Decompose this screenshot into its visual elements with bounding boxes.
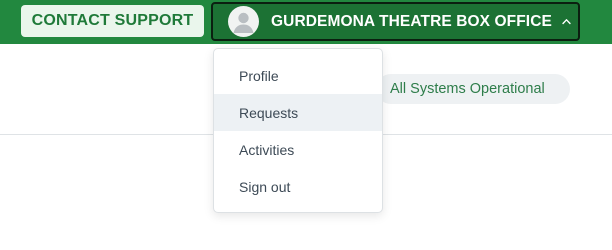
user-avatar-icon bbox=[228, 6, 259, 37]
system-status-badge: All Systems Operational bbox=[376, 74, 570, 104]
menu-item-sign-out[interactable]: Sign out bbox=[214, 168, 382, 205]
system-status-text: All Systems Operational bbox=[390, 81, 545, 97]
menu-item-label: Requests bbox=[239, 104, 299, 121]
account-name-label: GURDEMONA THEATRE BOX OFFICE bbox=[271, 12, 552, 30]
contact-support-button[interactable]: CONTACT SUPPORT bbox=[21, 5, 204, 37]
menu-item-label: Profile bbox=[239, 67, 279, 84]
menu-item-profile[interactable]: Profile bbox=[214, 57, 382, 94]
chevron-up-icon bbox=[561, 16, 573, 28]
account-dropdown-menu: Profile Requests Activities Sign out bbox=[213, 48, 383, 213]
account-menu-button[interactable]: GURDEMONA THEATRE BOX OFFICE bbox=[211, 2, 580, 41]
menu-item-label: Sign out bbox=[239, 178, 291, 195]
menu-item-activities[interactable]: Activities bbox=[214, 131, 382, 168]
top-navigation-bar: CONTACT SUPPORT GURDEMONA THEATRE BOX OF… bbox=[0, 0, 612, 44]
menu-item-label: Activities bbox=[239, 141, 295, 158]
menu-item-requests[interactable]: Requests bbox=[214, 94, 382, 131]
